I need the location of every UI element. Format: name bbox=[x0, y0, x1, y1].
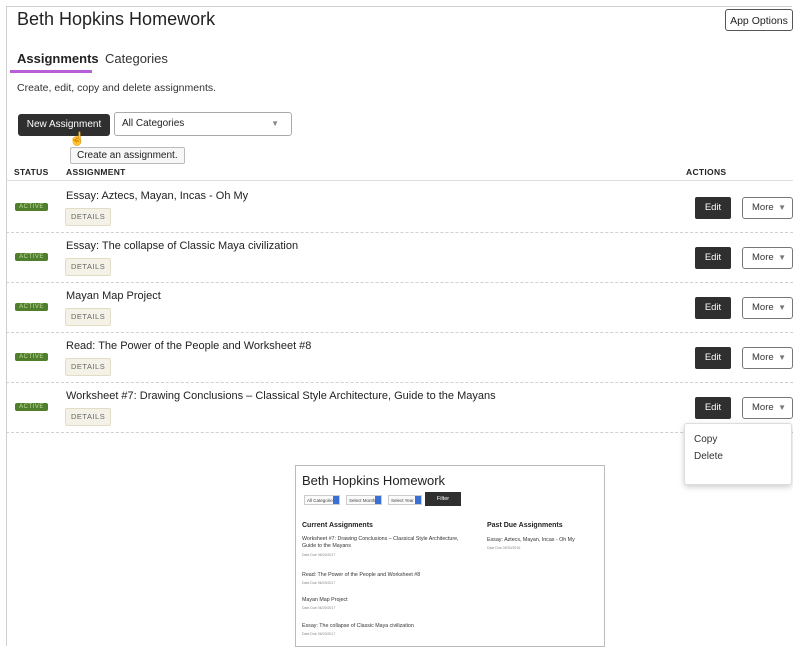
select-arrow-icon bbox=[415, 496, 421, 504]
preview-current-item: Mayan Map Project bbox=[302, 597, 348, 603]
preview-category-select: All Categories bbox=[304, 495, 340, 505]
app-options-button[interactable]: App Options bbox=[725, 9, 793, 31]
menu-item-copy[interactable]: Copy bbox=[694, 434, 717, 445]
preview-filter-button: Filter bbox=[425, 492, 461, 506]
more-button-label: More bbox=[752, 352, 774, 363]
preview-month-select: Select Month bbox=[346, 495, 382, 505]
edit-button[interactable]: Edit bbox=[695, 247, 731, 269]
status-badge: ACTIVE bbox=[15, 353, 48, 361]
public-page-preview: Beth Hopkins Homework All Categories Sel… bbox=[295, 465, 605, 647]
column-header-actions: ACTIONS bbox=[686, 167, 727, 177]
preview-current-item: Read: The Power of the People and Worksh… bbox=[302, 572, 421, 578]
preview-due-date: Date Due 06/29/2017 bbox=[302, 606, 336, 610]
hand-cursor-icon: ☝ bbox=[69, 131, 86, 146]
assignment-title: Read: The Power of the People and Worksh… bbox=[66, 340, 312, 352]
more-button[interactable]: More ▼ bbox=[742, 247, 793, 269]
table-row: ACTIVE Worksheet #7: Drawing Conclusions… bbox=[6, 382, 793, 433]
preview-past-item: Essay: Aztecs, Mayan, Incas - Oh My bbox=[487, 537, 575, 543]
table-row: ACTIVE Essay: Aztecs, Mayan, Incas - Oh … bbox=[6, 182, 793, 233]
chevron-down-icon: ▼ bbox=[778, 303, 786, 312]
chevron-down-icon: ▼ bbox=[778, 203, 786, 212]
edit-button[interactable]: Edit bbox=[695, 347, 731, 369]
header-divider bbox=[6, 180, 793, 181]
chevron-down-icon: ▼ bbox=[271, 119, 279, 128]
chevron-down-icon: ▼ bbox=[778, 353, 786, 362]
preview-due-date: Date Due 06/29/2017 bbox=[302, 581, 336, 585]
status-badge: ACTIVE bbox=[15, 403, 48, 411]
preview-category-value: All Categories bbox=[307, 498, 336, 503]
new-assignment-tooltip: Create an assignment. bbox=[70, 147, 185, 164]
more-button-label: More bbox=[752, 302, 774, 313]
preview-due-date: Date Due 06/29/2017 bbox=[302, 553, 336, 557]
details-button[interactable]: DETAILS bbox=[65, 308, 112, 326]
assignment-title: Mayan Map Project bbox=[66, 290, 161, 302]
details-button[interactable]: DETAILS bbox=[65, 358, 112, 376]
edit-button[interactable]: Edit bbox=[695, 297, 731, 319]
table-row: ACTIVE Essay: The collapse of Classic Ma… bbox=[6, 232, 793, 283]
more-button[interactable]: More ▼ bbox=[742, 397, 793, 419]
table-row: ACTIVE Read: The Power of the People and… bbox=[6, 332, 793, 383]
column-header-status: STATUS bbox=[14, 167, 49, 177]
details-button[interactable]: DETAILS bbox=[65, 408, 112, 426]
tab-categories[interactable]: Categories bbox=[105, 51, 168, 66]
more-button[interactable]: More ▼ bbox=[742, 197, 793, 219]
preview-past-heading: Past Due Assignments bbox=[487, 522, 563, 529]
preview-year-select: Select Year bbox=[388, 495, 422, 505]
active-tab-indicator bbox=[10, 70, 92, 73]
preview-current-item: Worksheet #7: Drawing Conclusions – Clas… bbox=[302, 536, 459, 549]
more-button[interactable]: More ▼ bbox=[742, 297, 793, 319]
more-button-label: More bbox=[752, 252, 774, 263]
details-button[interactable]: DETAILS bbox=[65, 258, 112, 276]
assignment-title: Worksheet #7: Drawing Conclusions – Clas… bbox=[66, 390, 496, 402]
status-badge: ACTIVE bbox=[15, 303, 48, 311]
more-button-label: More bbox=[752, 202, 774, 213]
new-assignment-button[interactable]: New Assignment bbox=[18, 114, 110, 136]
select-arrow-icon bbox=[333, 496, 339, 504]
more-dropdown-menu: Copy Delete bbox=[684, 423, 792, 485]
assignment-title: Essay: The collapse of Classic Maya civi… bbox=[66, 240, 299, 252]
preview-month-value: Select Month bbox=[349, 498, 376, 503]
chevron-down-icon: ▼ bbox=[778, 403, 786, 412]
preview-current-item: Essay: The collapse of Classic Maya civi… bbox=[302, 623, 414, 629]
details-button[interactable]: DETAILS bbox=[65, 208, 112, 226]
preview-title: Beth Hopkins Homework bbox=[302, 473, 446, 488]
more-button-label: More bbox=[752, 402, 774, 413]
table-row: ACTIVE Mayan Map Project DETAILS Edit Mo… bbox=[6, 282, 793, 333]
preview-due-date: Date Due 09/30/2016 bbox=[487, 546, 521, 550]
more-button[interactable]: More ▼ bbox=[742, 347, 793, 369]
category-select-value: All Categories bbox=[122, 118, 185, 129]
chevron-down-icon: ▼ bbox=[778, 253, 786, 262]
edit-button[interactable]: Edit bbox=[695, 197, 731, 219]
select-arrow-icon bbox=[375, 496, 381, 504]
preview-due-date: Date Due 06/29/2017 bbox=[302, 632, 336, 636]
preview-year-value: Select Year bbox=[391, 498, 414, 503]
tab-assignments[interactable]: Assignments bbox=[17, 51, 99, 66]
app-title: Beth Hopkins Homework bbox=[17, 9, 216, 29]
edit-button[interactable]: Edit bbox=[695, 397, 731, 419]
status-badge: ACTIVE bbox=[15, 203, 48, 211]
page-description: Create, edit, copy and delete assignment… bbox=[17, 82, 217, 94]
status-badge: ACTIVE bbox=[15, 253, 48, 261]
category-select[interactable]: All Categories ▼ bbox=[114, 112, 292, 136]
preview-current-heading: Current Assignments bbox=[302, 522, 373, 529]
column-header-assignment: ASSIGNMENT bbox=[66, 167, 126, 177]
menu-item-delete[interactable]: Delete bbox=[694, 451, 723, 462]
assignment-title: Essay: Aztecs, Mayan, Incas - Oh My bbox=[66, 190, 249, 202]
